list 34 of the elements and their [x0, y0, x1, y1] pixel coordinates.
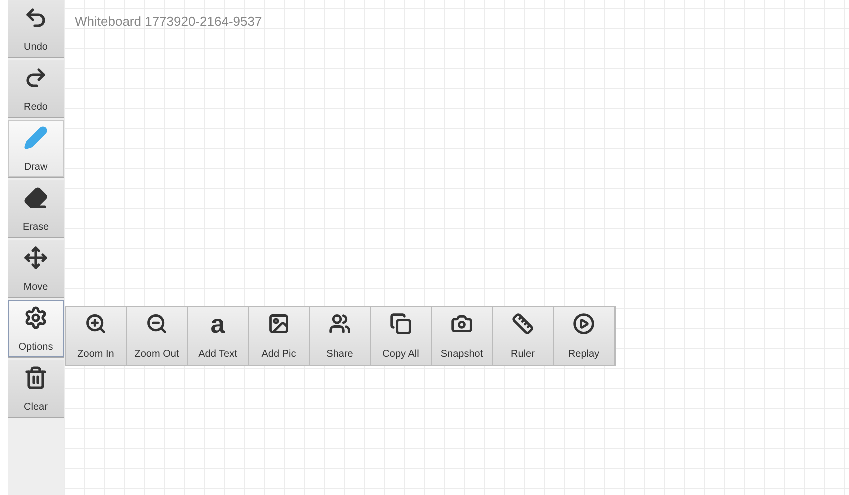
zoom-in-icon — [85, 313, 107, 335]
menu-button[interactable]: Add Pic — [249, 307, 310, 365]
people-icon — [329, 313, 351, 335]
zoom-out-icon — [146, 313, 168, 335]
camera-icon — [451, 313, 473, 335]
toolbar-button[interactable]: Draw — [8, 120, 64, 178]
menu-button[interactable]: Replay — [554, 307, 615, 365]
toolbar-button[interactable]: Clear — [8, 360, 64, 418]
menu-button[interactable]: Share — [310, 307, 371, 365]
whiteboard-canvas[interactable]: Whiteboard 1773920-2164-9537 Zoom In Zoom Out a Add Text Add Pic Share Copy All Snapshot Ruler Replay — [64, 0, 849, 495]
pencil-icon — [24, 126, 48, 150]
toolbar-button[interactable]: Undo — [8, 0, 64, 58]
toolbar-button[interactable]: Options — [8, 300, 64, 358]
letter-glyph: a — [210, 313, 226, 335]
menu-button[interactable]: Snapshot — [432, 307, 493, 365]
menu-button[interactable]: Zoom Out — [127, 307, 188, 365]
undo-icon — [24, 6, 48, 30]
menu-button[interactable]: Zoom In — [66, 307, 127, 365]
copy-icon — [390, 313, 412, 335]
menu-button[interactable]: a Add Text — [188, 307, 249, 365]
move-icon — [24, 246, 48, 270]
menu-button[interactable]: Copy All — [371, 307, 432, 365]
redo-icon — [24, 66, 48, 90]
play-icon — [573, 313, 595, 335]
image-icon — [268, 313, 290, 335]
toolbar-button[interactable]: Redo — [8, 60, 64, 118]
menu-button[interactable]: Ruler — [493, 307, 554, 365]
whiteboard-title: Whiteboard 1773920-2164-9537 — [75, 14, 262, 29]
ruler-icon — [512, 313, 534, 335]
gear-icon — [24, 306, 48, 330]
trash-icon — [24, 366, 48, 390]
eraser-icon — [24, 186, 48, 210]
toolbar-button[interactable]: Erase — [8, 180, 64, 238]
toolbar-button[interactable]: Move — [8, 240, 64, 298]
